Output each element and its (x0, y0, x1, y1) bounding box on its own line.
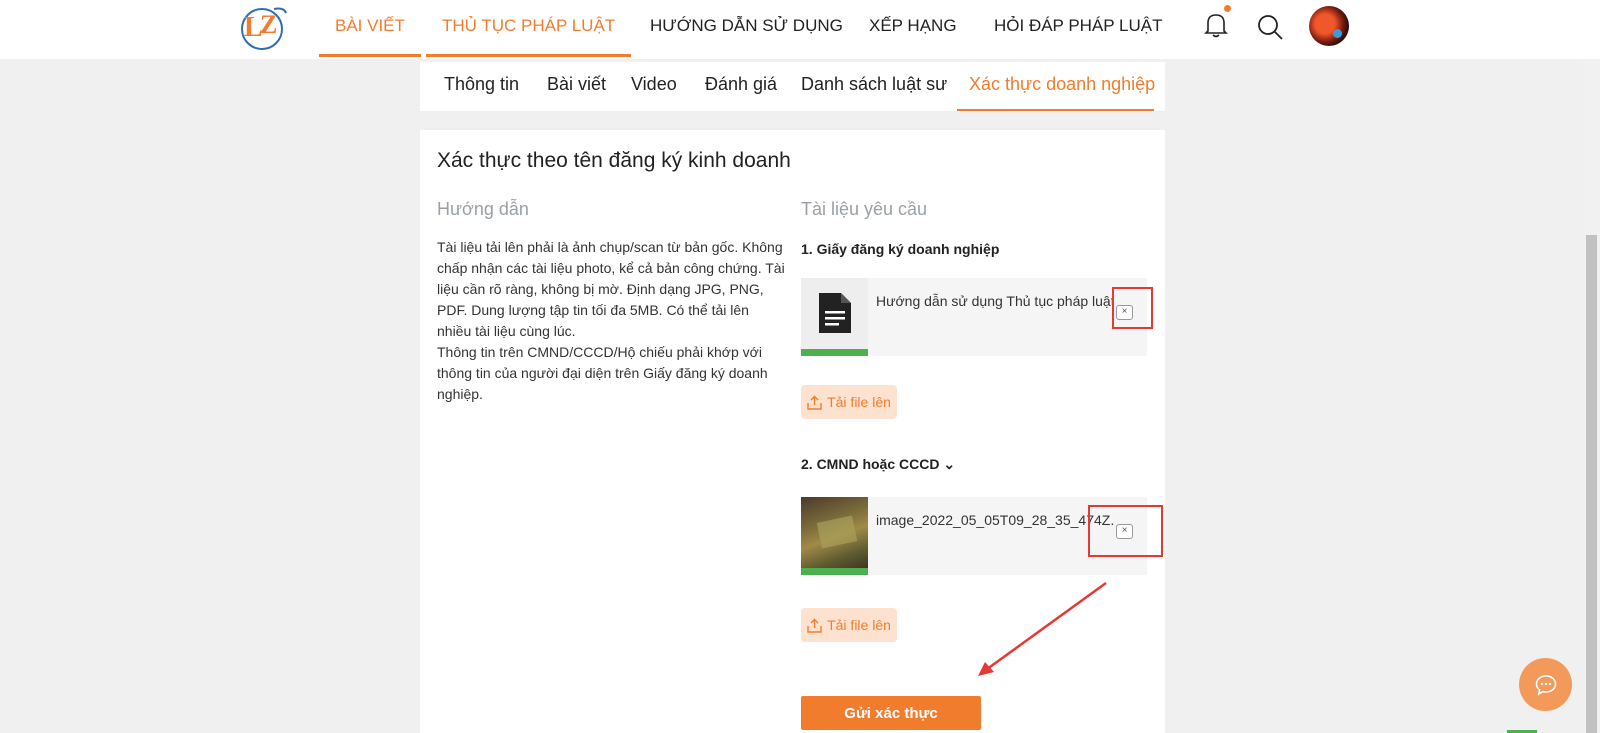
upload-doc1-button[interactable]: Tải file lên (801, 385, 897, 419)
upload-progress-bar (801, 349, 868, 356)
logo[interactable]: L Z (238, 3, 290, 51)
upload-label: Tải file lên (827, 394, 891, 410)
search-icon[interactable] (1256, 13, 1284, 41)
file-name: image_2022_05_05T09_28_35_474Z.png (876, 512, 1114, 528)
profile-tabs: Thông tin Bài viết Video Đánh giá Danh s… (420, 62, 1165, 111)
notification-dot (1224, 5, 1231, 12)
file-thumbnail (801, 497, 868, 575)
scrollbar[interactable] (1583, 59, 1600, 733)
highlight-box (1088, 505, 1163, 557)
svg-text:Z: Z (260, 10, 277, 39)
upload-icon (807, 395, 822, 410)
tab-danh-sach-luat-su[interactable]: Danh sách luật sư (801, 74, 947, 95)
doc1-label: 1. Giấy đăng ký doanh nghiệp (801, 241, 1000, 257)
tab-bai-viet[interactable]: Bài viết (547, 74, 606, 95)
submit-verification-button[interactable]: Gửi xác thực (801, 696, 981, 730)
upload-label: Tải file lên (827, 617, 891, 633)
nav-bai-viet[interactable]: BÀI VIẾT (319, 0, 421, 57)
chevron-down-icon: ⌄ (943, 456, 956, 472)
file-name: Hướng dẫn sử dụng Thủ tục pháp luật (876, 293, 1114, 309)
file-thumbnail (801, 278, 868, 356)
nav-xep-hang[interactable]: XẾP HẠNG (869, 0, 957, 57)
active-tab-underline (957, 109, 1154, 111)
tab-danh-gia[interactable]: Đánh giá (705, 74, 777, 95)
annotation-arrow (978, 581, 1107, 676)
upload-icon (807, 618, 822, 633)
guide-text: Tài liệu tải lên phải là ảnh chụp/scan t… (437, 237, 787, 405)
nav-hoi-dap-phap-luat[interactable]: HỎI ĐÁP PHÁP LUẬT (994, 0, 1162, 57)
scrollbar-thumb[interactable] (1586, 235, 1597, 733)
nav-huong-dan-su-dung[interactable]: HƯỚNG DẪN SỬ DỤNG (650, 0, 843, 57)
upload-doc2-button[interactable]: Tải file lên (801, 608, 897, 642)
guide-paragraph: Tài liệu tải lên phải là ảnh chụp/scan t… (437, 239, 785, 339)
tab-thong-tin[interactable]: Thông tin (444, 74, 519, 95)
avatar[interactable] (1309, 6, 1349, 46)
id-card-photo (801, 497, 868, 568)
document-icon (819, 293, 851, 333)
doc2-label: 2. CMND hoặc CCCD (801, 456, 940, 472)
uploaded-file-doc1: Hướng dẫn sử dụng Thủ tục pháp luật × (801, 278, 1147, 356)
chat-icon (1535, 674, 1556, 696)
highlight-box (1112, 287, 1153, 329)
upload-progress-bar (801, 568, 868, 575)
nav-thu-tuc-phap-luat[interactable]: THỦ TỤC PHÁP LUẬT (425, 0, 632, 57)
docs-heading: Tài liệu yêu cầu (801, 199, 928, 219)
guide-heading: Hướng dẫn (437, 199, 529, 219)
guide-paragraph: Thông tin trên CMND/CCCD/Hộ chiếu phải k… (437, 344, 768, 402)
page-title: Xác thực theo tên đăng ký kinh doanh (437, 149, 791, 172)
bell-icon[interactable] (1203, 11, 1229, 39)
top-navbar: L Z BÀI VIẾT THỦ TỤC PHÁP LUẬT HƯỚNG DẪN… (0, 0, 1600, 59)
tab-xac-thuc-doanh-nghiep[interactable]: Xác thực doanh nghiệp (969, 74, 1155, 95)
chat-button[interactable] (1519, 658, 1572, 711)
doc2-dropdown[interactable]: 2. CMND hoặc CCCD ⌄ (801, 456, 955, 473)
tab-video[interactable]: Video (631, 74, 677, 95)
